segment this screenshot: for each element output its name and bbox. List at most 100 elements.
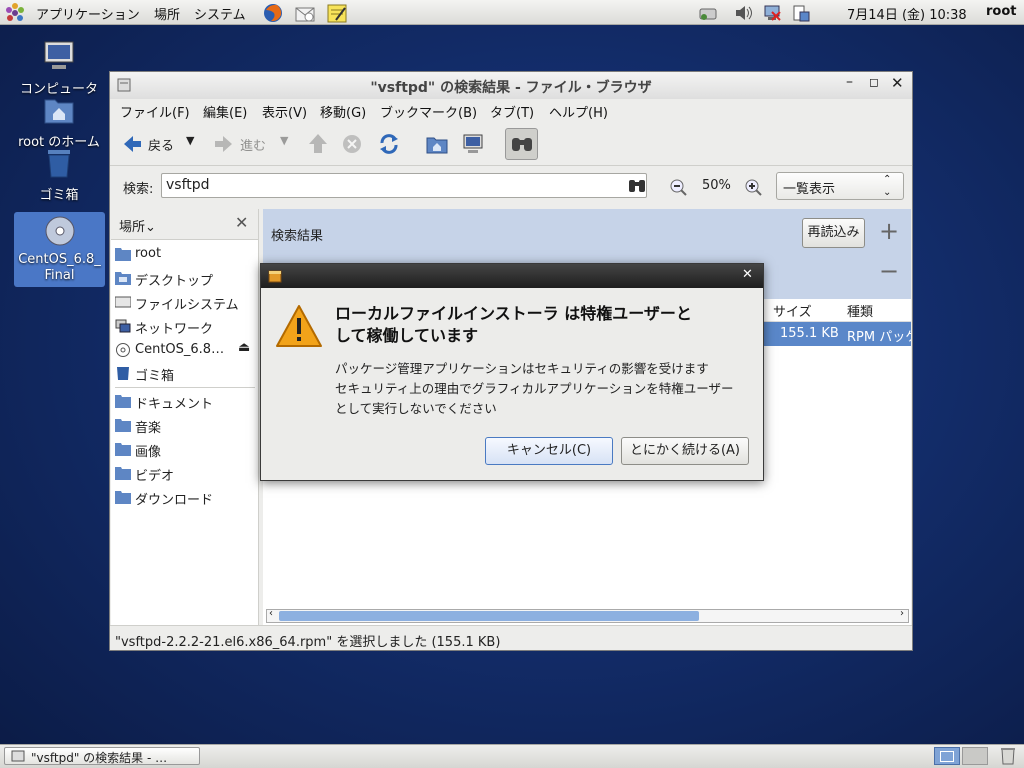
dialog-body: パッケージ管理アプリケーションはセキュリティの影響を受けます セキュリティ上の理由… (335, 361, 734, 416)
desktop-cdrom[interactable]: CentOS_6.8_ Final (14, 212, 105, 287)
desktop-computer[interactable]: コンピュータ (14, 40, 104, 97)
pictures-folder-icon (115, 443, 131, 456)
taskbar-window-button[interactable]: "vsftpd" の検索結果 - … (4, 747, 200, 765)
desktop-trash[interactable]: ゴミ箱 (14, 146, 104, 203)
stop-icon[interactable] (342, 134, 362, 154)
scroll-right-icon[interactable]: › (900, 608, 904, 619)
top-panel: アプリケーション 場所 システム 7月14日 (金) 10:38 root (0, 0, 1024, 25)
sidebar-item-root[interactable]: root (115, 244, 255, 266)
desktop-folder-icon (115, 272, 131, 285)
gnome-foot-icon[interactable] (5, 3, 25, 23)
sidebar-item-network[interactable]: ネットワーク (115, 316, 255, 338)
forward-button[interactable]: 進む (214, 133, 274, 155)
view-mode-value: 一覧表示 (783, 182, 836, 197)
menu-file[interactable]: ファイル(F) (120, 102, 190, 121)
workspace-2[interactable] (962, 747, 988, 765)
system-menu[interactable]: システム (194, 4, 246, 23)
desktop-cdrom-label: CentOS_6.8_ Final (18, 252, 101, 283)
forward-label: 進む (240, 139, 267, 154)
reload-search-button[interactable]: 再読込み (802, 218, 865, 248)
sidebar-item-trash[interactable]: ゴミ箱 (115, 363, 255, 385)
minimize-button[interactable]: – (846, 74, 853, 90)
workspace-1[interactable] (934, 747, 960, 765)
continue-anyway-button[interactable]: とにかく続ける(A) (621, 437, 749, 465)
network-manager-icon[interactable] (698, 3, 718, 23)
window-icon (11, 750, 25, 762)
reload-icon[interactable] (378, 133, 400, 155)
status-text: "vsftpd-2.2.2-21.el6.x86_64.rpm" を選択しました… (115, 635, 501, 650)
back-history-dropdown[interactable]: ▼ (186, 134, 194, 147)
sidebar-item-cdrom[interactable]: CentOS_6.8… (115, 340, 227, 362)
menu-edit[interactable]: 編集(E) (203, 102, 247, 121)
binoculars-icon (512, 138, 532, 151)
window-titlebar[interactable]: "vsftpd" の検索結果 - ファイル・ブラウザ – ◻ ✕ (110, 72, 912, 99)
column-headers: サイズ 種類 (763, 299, 911, 322)
menu-tabs[interactable]: タブ(T) (490, 102, 534, 121)
search-toggle-button[interactable] (505, 128, 538, 160)
view-mode-select[interactable]: 一覧表示 ⌃ ⌄ (776, 172, 904, 200)
menu-bookmarks[interactable]: ブックマーク(B) (380, 102, 477, 121)
text-editor-icon[interactable] (326, 2, 348, 24)
sidebar-places-dropdown[interactable]: 場所⌄ (119, 216, 156, 235)
zoom-in-icon[interactable] (744, 178, 762, 196)
menu-view[interactable]: 表示(V) (262, 102, 307, 121)
menubar: ファイル(F) 編集(E) 表示(V) 移動(G) ブックマーク(B) タブ(T… (110, 99, 912, 123)
row-type: RPM パッケ (847, 330, 911, 345)
firefox-icon[interactable] (262, 2, 284, 24)
sidebar-item-music[interactable]: 音楽 (115, 415, 255, 437)
trash-icon (48, 150, 70, 178)
warning-dialog: ✕ ローカルファイルインストーラ は特権ユーザーと して稼働しています パッケージ… (260, 263, 764, 481)
cancel-button[interactable]: キャンセル(C) (485, 437, 613, 465)
home-icon[interactable] (426, 134, 448, 154)
sidebar-divider (115, 387, 255, 388)
scrollbar-thumb[interactable] (279, 611, 699, 621)
table-row[interactable]: 155.1 KB RPM パッケ (763, 322, 911, 346)
forward-history-dropdown[interactable]: ▼ (280, 134, 288, 147)
eject-icon[interactable]: ⏏ (238, 340, 250, 355)
back-label: 戻る (148, 139, 175, 154)
volume-icon[interactable] (733, 3, 753, 23)
toolbar: 戻る ▼ 進む ▼ (110, 123, 912, 166)
add-criterion-icon[interactable]: + (879, 217, 899, 245)
desktop-home[interactable]: root のホーム (14, 93, 104, 150)
sidebar-item-documents[interactable]: ドキュメント (115, 391, 255, 413)
mail-icon[interactable] (294, 2, 316, 24)
sidebar-item-downloads[interactable]: ダウンロード (115, 487, 255, 509)
search-input[interactable]: vsftpd (161, 173, 647, 198)
forward-arrow-icon (215, 136, 232, 152)
cd-icon (45, 216, 74, 246)
zoom-out-icon[interactable] (669, 178, 687, 196)
places-menu[interactable]: 場所 (154, 4, 180, 23)
dialog-titlebar[interactable]: ✕ (261, 264, 763, 288)
network-icon (115, 319, 131, 333)
back-arrow-icon (124, 136, 141, 152)
column-type[interactable]: 種類 (847, 301, 873, 320)
dialog-close-icon[interactable]: ✕ (742, 267, 753, 282)
package-installer-icon (268, 270, 282, 283)
desktop-trash-label: ゴミ箱 (39, 188, 79, 203)
warning-icon (276, 305, 322, 347)
remove-criterion-icon[interactable]: − (879, 257, 899, 285)
sidebar-item-desktop[interactable]: デスクトップ (115, 268, 255, 290)
user-menu[interactable]: root (986, 4, 1017, 19)
close-button[interactable]: ✕ (891, 74, 904, 92)
search-binoculars-icon[interactable] (628, 178, 646, 194)
update-notifier-icon[interactable] (791, 3, 811, 23)
scroll-left-icon[interactable]: ‹ (269, 608, 273, 619)
computer-icon[interactable] (462, 134, 484, 154)
applications-menu[interactable]: アプリケーション (36, 4, 140, 23)
sidebar-item-filesystem[interactable]: ファイルシステム (115, 292, 255, 314)
maximize-button[interactable]: ◻ (869, 75, 879, 89)
trash-applet-icon[interactable] (998, 746, 1018, 766)
clock[interactable]: 7月14日 (金) 10:38 (847, 4, 967, 23)
sidebar-item-pictures[interactable]: 画像 (115, 439, 255, 461)
horizontal-scrollbar[interactable]: ‹ › (266, 608, 909, 623)
column-size[interactable]: サイズ (773, 301, 812, 320)
network-disconnected-icon[interactable] (762, 3, 782, 23)
up-arrow-icon[interactable] (308, 133, 328, 155)
menu-help[interactable]: ヘルプ(H) (549, 102, 608, 121)
sidebar-item-videos[interactable]: ビデオ (115, 463, 255, 485)
sidebar-close-icon[interactable]: ✕ (235, 213, 248, 232)
menu-go[interactable]: 移動(G) (320, 102, 366, 121)
bottom-panel: "vsftpd" の検索結果 - … (0, 744, 1024, 768)
